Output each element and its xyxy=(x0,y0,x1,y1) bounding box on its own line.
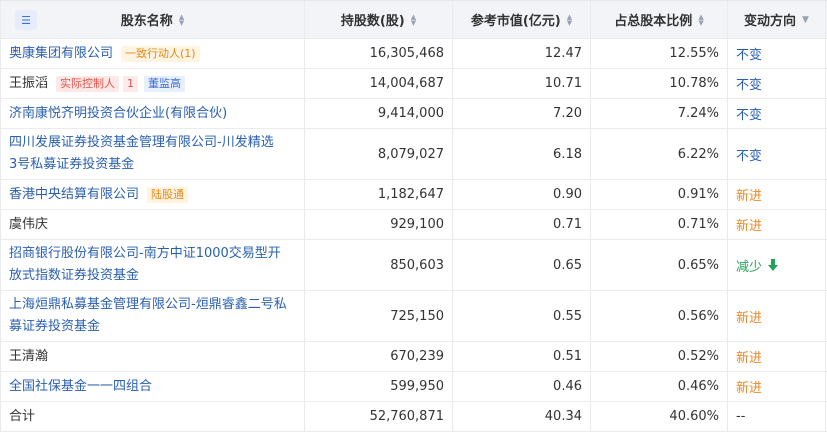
shareholder-name: 王清瀚 xyxy=(9,348,49,364)
executive-badge: 董监高 xyxy=(144,75,186,92)
header-ratio-label: 占总股本比例 xyxy=(614,14,693,29)
ratio-cell: 0.46% xyxy=(591,372,728,401)
shareholder-name-link[interactable]: 济南康悦齐明投资合伙企业(有限合伙) xyxy=(9,103,227,125)
shareholder-name-link[interactable]: 招商银行股份有限公司-南方中证1000交易型开放式指数证券投资基金 xyxy=(9,243,289,287)
sort-icon[interactable]: ▲ ▼ xyxy=(411,13,416,26)
shares-cell: 16,305,468 xyxy=(305,39,453,68)
chevron-down-icon[interactable]: ▼ xyxy=(802,15,809,25)
shareholder-name-link[interactable]: 香港中央结算有限公司 xyxy=(9,184,139,206)
ratio-cell: 0.91% xyxy=(591,180,728,209)
value-cell: 10.71 xyxy=(453,69,591,98)
total-ratio-cell: 40.60% xyxy=(591,402,728,431)
shareholder-name-link[interactable]: 全国社保基金一一四组合 xyxy=(9,376,152,398)
list-menu-icon[interactable]: ☰ xyxy=(15,10,37,30)
value-cell: 0.46 xyxy=(453,372,591,401)
header-name[interactable]: ☰ 股东名称 ▲ ▼ xyxy=(0,1,305,38)
change-cell: 不变 xyxy=(728,69,826,98)
shares-cell: 8,079,027 xyxy=(305,129,453,179)
shares-cell: 9,414,000 xyxy=(305,99,453,128)
header-change[interactable]: 变动方向 ▼ xyxy=(728,1,826,38)
ratio-cell: 0.65% xyxy=(591,240,728,290)
change-cell: 新进 xyxy=(728,291,826,341)
table-row[interactable]: 王振滔 实际控制人 1 董监高 14,004,687 10.71 10.78% … xyxy=(0,69,827,99)
concert-party-badge[interactable]: 一致行动人(1) xyxy=(121,45,200,62)
header-change-label: 变动方向 xyxy=(744,14,797,29)
value-cell: 7.20 xyxy=(453,99,591,128)
header-value-label: 参考市值(亿元) xyxy=(470,14,561,29)
header-value[interactable]: 参考市值(亿元) ▲ ▼ xyxy=(453,1,591,38)
sort-icon[interactable]: ▲ ▼ xyxy=(698,13,703,26)
shareholder-name-link[interactable]: 四川发展证券投资基金管理有限公司-川发精选3号私募证券投资基金 xyxy=(9,132,279,176)
ratio-cell: 6.22% xyxy=(591,129,728,179)
shareholder-name: 虞伟庆 xyxy=(9,216,49,232)
table-row[interactable]: 虞伟庆 929,100 0.71 0.71% 新进 xyxy=(0,210,827,240)
arrow-down-icon xyxy=(768,259,779,271)
controller-badge: 实际控制人 xyxy=(56,75,120,92)
table-row[interactable]: 香港中央结算有限公司 陆股通 1,182,647 0.90 0.91% 新进 xyxy=(0,180,827,210)
total-label: 合计 xyxy=(9,408,36,424)
value-cell: 6.18 xyxy=(453,129,591,179)
shareholder-name: 王振滔 xyxy=(9,75,49,91)
value-cell: 0.90 xyxy=(453,180,591,209)
shares-cell: 725,150 xyxy=(305,291,453,341)
value-cell: 0.65 xyxy=(453,240,591,290)
total-value-cell: 40.34 xyxy=(453,402,591,431)
change-cell: 减少 xyxy=(728,240,826,290)
ratio-cell: 0.56% xyxy=(591,291,728,341)
table-header: ☰ 股东名称 ▲ ▼ 持股数(股) ▲ ▼ 参考市值(亿元) ▲ ▼ 占总股本比例 ▲… xyxy=(0,1,827,39)
stock-connect-badge: 陆股通 xyxy=(147,186,189,203)
shares-cell: 850,603 xyxy=(305,240,453,290)
total-shares-cell: 52,760,871 xyxy=(305,402,453,431)
header-shares-label: 持股数(股) xyxy=(340,14,405,29)
shares-cell: 670,239 xyxy=(305,342,453,371)
total-change-cell: -- xyxy=(728,402,826,431)
change-cell: 新进 xyxy=(728,372,826,401)
ratio-cell: 0.71% xyxy=(591,210,728,239)
controller-count-badge: 1 xyxy=(123,75,139,92)
value-cell: 12.47 xyxy=(453,39,591,68)
table-row[interactable]: 招商银行股份有限公司-南方中证1000交易型开放式指数证券投资基金 850,60… xyxy=(0,240,827,291)
sort-icon[interactable]: ▲ ▼ xyxy=(179,13,184,26)
header-ratio[interactable]: 占总股本比例 ▲ ▼ xyxy=(591,1,728,38)
ratio-cell: 12.55% xyxy=(591,39,728,68)
ratio-cell: 10.78% xyxy=(591,69,728,98)
header-name-label: 股东名称 xyxy=(120,14,173,29)
change-cell: 新进 xyxy=(728,210,826,239)
shares-cell: 599,950 xyxy=(305,372,453,401)
shareholder-table: ☰ 股东名称 ▲ ▼ 持股数(股) ▲ ▼ 参考市值(亿元) ▲ ▼ 占总股本比例 ▲… xyxy=(0,0,827,432)
value-cell: 0.55 xyxy=(453,291,591,341)
ratio-cell: 7.24% xyxy=(591,99,728,128)
change-label: 减少 xyxy=(736,259,763,275)
value-cell: 0.71 xyxy=(453,210,591,239)
table-total-row: 合计 52,760,871 40.34 40.60% -- xyxy=(0,402,827,432)
header-shares[interactable]: 持股数(股) ▲ ▼ xyxy=(305,1,453,38)
shares-cell: 1,182,647 xyxy=(305,180,453,209)
shareholder-name-link[interactable]: 奥康集团有限公司 xyxy=(9,43,113,65)
table-row[interactable]: 四川发展证券投资基金管理有限公司-川发精选3号私募证券投资基金 8,079,02… xyxy=(0,129,827,180)
sort-icon[interactable]: ▲ ▼ xyxy=(567,13,572,26)
table-row[interactable]: 奥康集团有限公司 一致行动人(1) 16,305,468 12.47 12.55… xyxy=(0,39,827,69)
shares-cell: 929,100 xyxy=(305,210,453,239)
table-row[interactable]: 济南康悦齐明投资合伙企业(有限合伙) 9,414,000 7.20 7.24% … xyxy=(0,99,827,129)
ratio-cell: 0.52% xyxy=(591,342,728,371)
table-row[interactable]: 王清瀚 670,239 0.51 0.52% 新进 xyxy=(0,342,827,372)
value-cell: 0.51 xyxy=(453,342,591,371)
change-cell: 不变 xyxy=(728,129,826,179)
change-cell: 新进 xyxy=(728,180,826,209)
change-cell: 不变 xyxy=(728,39,826,68)
change-cell: 新进 xyxy=(728,342,826,371)
change-cell: 不变 xyxy=(728,99,826,128)
shareholder-name-link[interactable]: 上海烜鼎私募基金管理有限公司-烜鼎睿鑫二号私募证券投资基金 xyxy=(9,294,289,338)
table-row[interactable]: 全国社保基金一一四组合 599,950 0.46 0.46% 新进 xyxy=(0,372,827,402)
table-row[interactable]: 上海烜鼎私募基金管理有限公司-烜鼎睿鑫二号私募证券投资基金 725,150 0.… xyxy=(0,291,827,342)
shares-cell: 14,004,687 xyxy=(305,69,453,98)
